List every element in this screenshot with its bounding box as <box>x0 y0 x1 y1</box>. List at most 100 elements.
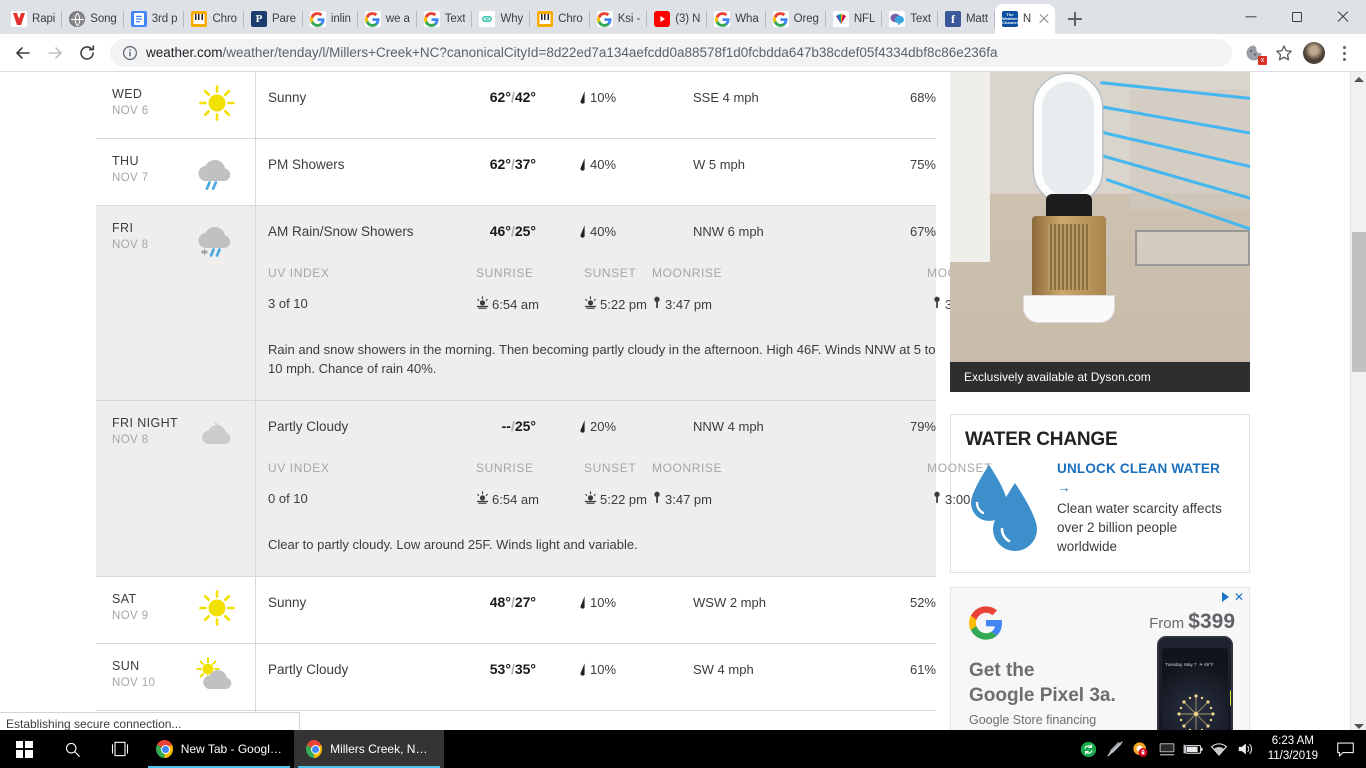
tab-12[interactable]: (3) N <box>647 4 708 34</box>
temperature-range: 62°/37° <box>489 156 536 172</box>
forecast-summary-line: Partly Cloudy 53°/35° 10% SW 4 mph 61% <box>256 644 968 694</box>
forecast-row[interactable]: WED NOV 6 Sunny 62°/42° 10% SSE 4 mph 68% <box>96 72 936 139</box>
temperature-range: 48°/27° <box>489 594 536 610</box>
profile-avatar[interactable] <box>1300 39 1328 67</box>
tab-16[interactable]: Text <box>882 4 938 34</box>
wifi-icon[interactable] <box>1206 730 1232 768</box>
precip-drop-icon <box>578 224 587 238</box>
tab-active-weather[interactable]: The Weather Channel N <box>994 4 1056 34</box>
ad-choices-controls[interactable]: ✕ <box>1221 591 1244 603</box>
tab-6[interactable]: inlin <box>303 4 358 34</box>
tab-label: Oreg <box>793 13 819 25</box>
close-icon[interactable] <box>1320 0 1366 34</box>
day-labels: THU NOV 7 <box>112 153 190 187</box>
ten-day-forecast-table: WED NOV 6 Sunny 62°/42° 10% SSE 4 mph 68% THU NO… <box>96 72 992 734</box>
address-bar[interactable]: weather.com/weather/tenday/l/Millers+Cre… <box>110 38 1232 67</box>
tab-14[interactable]: Oreg <box>766 4 826 34</box>
tab-13[interactable]: Wha <box>707 4 766 34</box>
search-icon[interactable] <box>48 730 96 768</box>
tab-15[interactable]: NFL <box>826 4 883 34</box>
close-icon[interactable] <box>1036 11 1052 27</box>
high-temp: 46 <box>489 223 506 239</box>
tab-3[interactable]: 3rd p <box>124 4 185 34</box>
tab-8[interactable]: Text <box>417 4 473 34</box>
water-ad-cta[interactable]: UNLOCK CLEAN WATER → <box>1057 459 1235 497</box>
bookmark-star-icon[interactable] <box>1270 39 1298 67</box>
scroll-up-icon[interactable] <box>1351 72 1366 88</box>
forward-arrow-icon[interactable] <box>40 38 70 68</box>
forecast-narrative: Clear to partly cloudy. Low around 25F. … <box>268 537 638 552</box>
tab-10[interactable]: Chro <box>530 4 590 34</box>
facebook-icon: f <box>944 11 961 27</box>
p-navy-icon: P <box>250 11 267 27</box>
detail-column: Sunny 48°/27° 10% WSW 2 mph 52% <box>256 577 968 643</box>
battery-icon[interactable] <box>1180 730 1206 768</box>
cookie-blocked-icon[interactable]: x <box>1240 39 1268 67</box>
precip-value: 10% <box>590 661 617 677</box>
pen-disabled-icon[interactable] <box>1102 730 1128 768</box>
chrome-menu-icon[interactable] <box>1330 39 1358 67</box>
condition-description: Sunny <box>268 594 307 610</box>
precip-value: 40% <box>590 223 617 239</box>
low-temp: 37° <box>514 156 536 172</box>
precip-value: 20% <box>590 418 617 434</box>
sync-green-icon[interactable] <box>1076 730 1102 768</box>
windows-start-icon[interactable] <box>0 730 48 768</box>
back-arrow-icon[interactable] <box>8 38 38 68</box>
restore-icon[interactable] <box>1274 0 1320 34</box>
notification-icon[interactable] <box>1328 730 1362 768</box>
day-name: WED <box>112 87 143 101</box>
forecast-row[interactable]: FRI NOV 8 AM Rain/Snow Showers 46°/25° 40% NN… <box>96 206 992 401</box>
temperature-range: 62°/42° <box>489 89 536 105</box>
minimize-icon[interactable] <box>1228 0 1274 34</box>
precip-drop-icon <box>580 596 585 609</box>
low-temp: 27° <box>514 594 536 610</box>
google-icon <box>364 11 381 27</box>
clock-time: 6:23 AM <box>1271 735 1314 747</box>
page-scrollbar[interactable] <box>1350 72 1366 734</box>
tab-9[interactable]: Why <box>472 4 531 34</box>
tab-7[interactable]: we a <box>358 4 417 34</box>
display-icon[interactable] <box>1154 730 1180 768</box>
taskbar-app-1[interactable]: New Tab - Google ... <box>144 730 294 768</box>
tab-4[interactable]: Chro <box>184 4 244 34</box>
wind-value: SSE 4 mph <box>693 89 759 105</box>
moonrise-value: 3:47 pm <box>652 491 880 507</box>
task-view-icon[interactable] <box>96 730 144 768</box>
precip-drop-icon <box>580 91 585 104</box>
sunset-label: SUNSET <box>584 266 637 280</box>
adchoices-icon[interactable] <box>1221 592 1229 602</box>
tab-label: Why <box>500 13 524 25</box>
google-pixel-ad[interactable]: ✕ From $399 Get the Google Pixel 3a. Goo… <box>950 587 1250 734</box>
reload-icon[interactable] <box>72 38 102 68</box>
forecast-row[interactable]: THU NOV 7 PM Showers 62°/37° 40% W 5 mph 75% <box>96 139 936 206</box>
tab-5[interactable]: P Pare <box>244 4 303 34</box>
scrollbar-thumb[interactable] <box>1352 232 1366 372</box>
dyson-ad[interactable]: Exclusively available at Dyson.com <box>950 72 1250 392</box>
precip-drop-icon <box>580 663 585 676</box>
taskbar-app-2[interactable]: Millers Creek, NC 1... <box>294 730 444 768</box>
antivirus-icon[interactable] <box>1128 730 1154 768</box>
google-icon <box>309 11 326 27</box>
tab-label: (3) N <box>675 13 701 25</box>
sunrise-icon <box>476 296 489 312</box>
forecast-row[interactable]: FRI NIGHT NOV 8 Partly Cloudy --/25° 20% NNW … <box>96 401 992 577</box>
tab-2[interactable]: Song <box>62 4 124 34</box>
new-tab-button[interactable] <box>1061 5 1089 33</box>
taskbar-clock[interactable]: 6:23 AM 11/3/2019 <box>1258 734 1328 764</box>
condition-description: Sunny <box>268 89 307 105</box>
uv-index-label: UV INDEX <box>268 461 330 475</box>
precip-drop-icon <box>578 157 587 171</box>
tab-11[interactable]: Ksi - <box>590 4 648 34</box>
info-circle-icon[interactable] <box>122 45 138 61</box>
clock-date: 11/3/2019 <box>1267 750 1318 762</box>
google-icon <box>714 11 731 27</box>
tab-1[interactable]: Rapi <box>4 4 63 34</box>
volume-icon[interactable] <box>1232 730 1258 768</box>
close-ad-icon[interactable]: ✕ <box>1234 591 1244 603</box>
forecast-row[interactable]: SAT NOV 9 Sunny 48°/27° 10% WSW 2 mph 52% <box>96 577 936 644</box>
page-viewport: WED NOV 6 Sunny 62°/42° 10% SSE 4 mph 68% THU NO… <box>0 72 1366 734</box>
forecast-row[interactable]: SUN NOV 10 Partly Cloudy 53°/35° 10% SW 4 mph… <box>96 644 936 711</box>
sunset-icon <box>584 491 597 507</box>
tab-17[interactable]: f Matt <box>938 4 995 34</box>
